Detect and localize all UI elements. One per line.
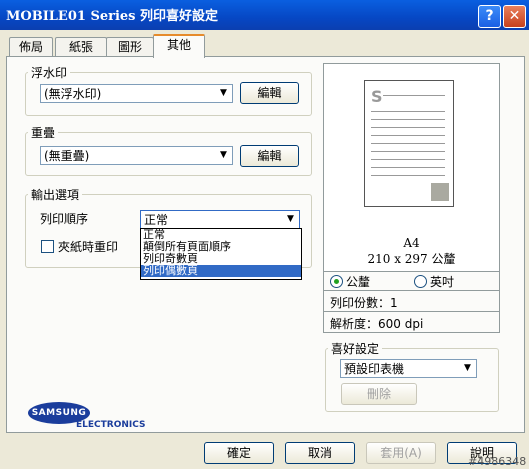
unit-inch-label: 英吋 [430, 275, 455, 289]
favorites-group-label: 喜好設定 [331, 342, 380, 356]
chevron-down-icon: ▼ [220, 88, 227, 98]
window-title: MOBILE01 Series 列印喜好設定 [6, 9, 219, 24]
tab-graphics[interactable]: 圖形 [106, 37, 154, 57]
favorites-select[interactable]: 預設印表機 ▼ [340, 359, 477, 378]
watermark-select-value: (無浮水印) [44, 87, 102, 101]
overlay-select[interactable]: (無重疊) ▼ [40, 146, 233, 165]
favorites-select-value: 預設印表機 [344, 362, 405, 376]
chevron-down-icon: ▼ [464, 363, 471, 373]
preview-line [371, 119, 445, 120]
preview-line [371, 167, 445, 168]
tab-paper[interactable]: 紙張 [55, 37, 107, 57]
overlay-edit-button[interactable]: 編輯 [240, 145, 299, 167]
tab-other[interactable]: 其他 [153, 34, 205, 58]
unit-inch-radio[interactable] [414, 275, 427, 288]
chevron-down-icon: ▼ [287, 214, 294, 224]
overlay-preview-icon [431, 183, 449, 201]
copies-text: 列印份數：1 [330, 296, 398, 310]
output-options-group-label: 輸出選項 [31, 188, 80, 202]
reprint-jam-checkbox[interactable] [41, 240, 54, 253]
unit-mm-label: 公釐 [346, 275, 371, 289]
preview-line [383, 95, 445, 96]
preview-line [371, 127, 445, 128]
help-title-button[interactable]: ? [478, 5, 501, 28]
chevron-down-icon: ▼ [220, 150, 227, 160]
paper-page-preview: S [364, 80, 454, 207]
print-order-dropdown: 正常 顛倒所有頁面順序 列印奇數頁 列印偶數頁 [140, 228, 302, 280]
overlay-group-label: 重疊 [31, 126, 56, 140]
preview-line [371, 135, 445, 136]
preview-line [371, 111, 445, 112]
watermark-select[interactable]: (無浮水印) ▼ [40, 84, 233, 103]
print-order-option-even[interactable]: 列印偶數頁 [141, 265, 301, 277]
preview-line [371, 159, 445, 160]
close-button[interactable]: ✕ [503, 5, 526, 28]
cancel-button[interactable]: 取消 [285, 442, 355, 464]
print-order-label: 列印順序 [40, 212, 89, 226]
overlay-select-value: (無重疊) [44, 149, 90, 163]
watermark-group-label: 浮水印 [31, 66, 68, 80]
paper-icon: S [371, 87, 383, 106]
reprint-jam-label: 夾紙時重印 [58, 240, 119, 254]
tab-layout[interactable]: 佈局 [9, 37, 53, 57]
favorites-delete-button[interactable]: 刪除 [341, 383, 417, 405]
print-order-value: 正常 [144, 213, 169, 227]
print-order-select[interactable]: 正常 ▼ [140, 210, 300, 229]
paper-size: 210 x 297 公釐 [367, 252, 456, 266]
unit-mm-radio[interactable] [330, 275, 343, 288]
preview-line [371, 151, 445, 152]
watermark-edit-button[interactable]: 編輯 [240, 82, 299, 104]
apply-button[interactable]: 套用(A) [366, 442, 436, 464]
samsung-electronics-text: ELECTRONICS [76, 420, 146, 430]
paper-name: A4 [403, 236, 420, 250]
preview-line [371, 143, 445, 144]
resolution-text: 解析度：600 dpi [330, 317, 424, 331]
image-id-watermark: #4986348 [468, 455, 527, 468]
ok-button[interactable]: 確定 [204, 442, 274, 464]
paper-preview: S A4 210 x 297 公釐 [323, 63, 500, 288]
preview-line [371, 175, 445, 176]
